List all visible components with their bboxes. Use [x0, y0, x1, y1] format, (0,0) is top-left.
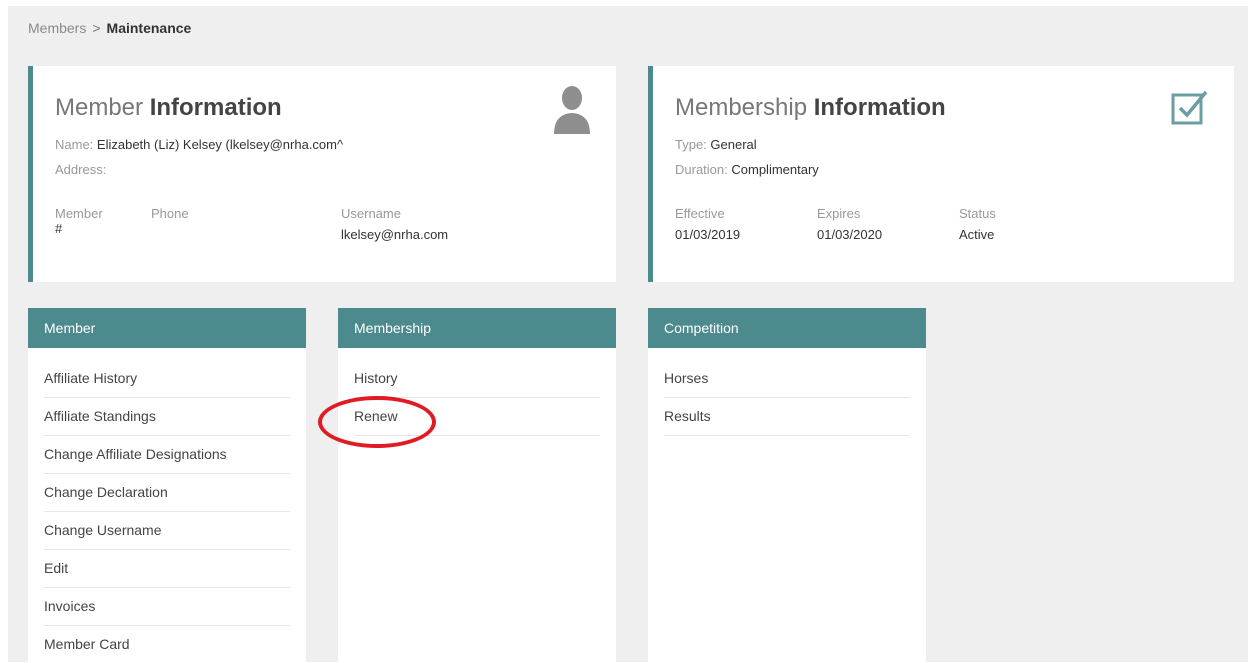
phone-column: Phone: [151, 206, 189, 227]
title-light: Membership: [675, 94, 814, 121]
effective-label: Effective: [675, 206, 725, 221]
member-panel-header: Member: [28, 308, 306, 348]
membership-information-title: Membership Information: [675, 94, 946, 122]
member-number-value: #: [55, 221, 63, 236]
menu-item-invoices[interactable]: Invoices: [44, 588, 290, 626]
expires-value: 01/03/2020: [817, 227, 883, 242]
membership-panel: Membership History Renew: [338, 308, 616, 662]
menu-item-affiliate-history[interactable]: Affiliate History: [44, 360, 290, 398]
duration-label: Duration:: [675, 162, 728, 177]
member-information-title: Member Information: [55, 94, 282, 122]
menu-item-affiliate-standings[interactable]: Affiliate Standings: [44, 398, 290, 436]
username-column: Username lkelsey@nrha.com: [341, 206, 448, 242]
member-number-label: Member: [55, 206, 103, 221]
person-icon: [552, 84, 592, 141]
menu-item-change-declaration[interactable]: Change Declaration: [44, 474, 290, 512]
title-bold: Information: [813, 94, 946, 121]
menu-item-change-affiliate-designations[interactable]: Change Affiliate Designations: [44, 436, 290, 474]
breadcrumb: Members > Maintenance: [28, 20, 191, 36]
membership-information-card: Membership Information Type: General Dur…: [648, 66, 1234, 282]
member-number-column: Member #: [55, 206, 103, 236]
breadcrumb-members-link[interactable]: Members: [28, 20, 86, 36]
type-value: General: [710, 137, 757, 152]
menu-item-change-username[interactable]: Change Username: [44, 512, 290, 550]
effective-column: Effective 01/03/2019: [675, 206, 740, 242]
address-label: Address:: [55, 162, 107, 177]
member-information-card: Member Information Name: Elizabeth (Liz)…: [28, 66, 616, 282]
type-label: Type:: [675, 137, 707, 152]
membership-panel-header: Membership: [338, 308, 616, 348]
status-column: Status Active: [959, 206, 996, 242]
name-value: Elizabeth (Liz) Kelsey (lkelsey@nrha.com…: [96, 137, 344, 152]
competition-panel-header: Competition: [648, 308, 926, 348]
menu-item-horses[interactable]: Horses: [664, 360, 910, 398]
renew-highlight-circle: [318, 396, 436, 448]
expires-column: Expires 01/03/2020: [817, 206, 882, 242]
competition-panel: Competition Horses Results: [648, 308, 926, 662]
member-name: Name: Elizabeth (Liz) Kelsey (lkelsey@nr…: [55, 137, 343, 152]
member-menu: Affiliate History Affiliate Standings Ch…: [44, 360, 290, 663]
member-panel: Member Affiliate History Affiliate Stand…: [28, 308, 306, 662]
expires-label: Expires: [817, 206, 861, 221]
membership-type: Type: General: [675, 137, 757, 152]
name-label: Name:: [55, 137, 94, 152]
menu-item-results[interactable]: Results: [664, 398, 910, 436]
duration-value: Complimentary: [731, 162, 819, 177]
title-light: Member: [55, 94, 150, 121]
status-label: Status: [959, 206, 996, 221]
checkbox-icon: [1170, 88, 1210, 133]
title-bold: Information: [149, 94, 282, 121]
username-value: lkelsey@nrha.com: [341, 227, 449, 242]
menu-item-member-card[interactable]: Member Card: [44, 626, 290, 663]
phone-label: Phone: [151, 206, 189, 221]
status-value: Active: [959, 227, 995, 242]
breadcrumb-current: Maintenance: [106, 20, 192, 36]
effective-value: 01/03/2019: [675, 227, 741, 242]
menu-item-edit[interactable]: Edit: [44, 550, 290, 588]
member-address: Address:: [55, 162, 106, 177]
username-label: Username: [341, 206, 401, 221]
menu-item-history[interactable]: History: [354, 360, 600, 398]
breadcrumb-separator: >: [92, 20, 101, 36]
competition-menu: Horses Results: [664, 360, 910, 436]
membership-duration: Duration: Complimentary: [675, 162, 819, 177]
